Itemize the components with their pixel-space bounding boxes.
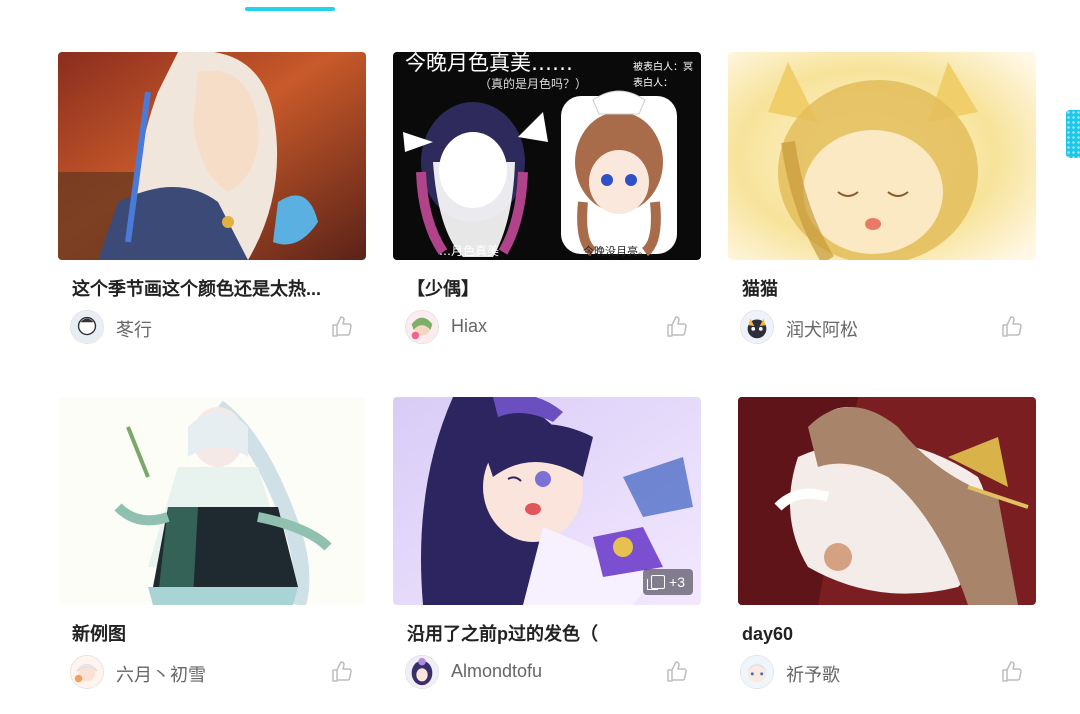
author-name[interactable]: Hiax: [451, 316, 487, 337]
artwork-title[interactable]: 【少偶】: [407, 277, 689, 301]
artwork-card[interactable]: 猫猫 润犬阿松: [728, 52, 1036, 344]
artwork-meta: 六月丶初雪: [58, 655, 366, 689]
artwork-card[interactable]: day60 祈予歌: [728, 397, 1036, 689]
artwork-image[interactable]: [728, 52, 1036, 260]
author-name[interactable]: Almondtofu: [451, 661, 542, 682]
thumb-up-icon[interactable]: [665, 660, 689, 684]
artwork-title[interactable]: 新例图: [72, 622, 354, 646]
artwork-meta: 祈予歌: [728, 655, 1036, 689]
artwork-image[interactable]: 今晚月色真美…… （真的是月色吗？） 被表白人：冥 表白人： …月色真美 今晚没…: [393, 52, 701, 260]
artwork-image[interactable]: [58, 397, 366, 605]
author-avatar[interactable]: [405, 310, 439, 344]
artwork-title[interactable]: day60: [742, 622, 1024, 646]
artwork-meta: Hiax: [393, 310, 701, 344]
author-avatar[interactable]: [740, 310, 774, 344]
artwork-title[interactable]: 这个季节画这个颜色还是太热...: [72, 277, 354, 301]
thumb-up-icon[interactable]: [330, 315, 354, 339]
artwork-title[interactable]: 猫猫: [742, 277, 1024, 301]
artwork-image[interactable]: [738, 397, 1036, 605]
active-tab-indicator: [245, 7, 335, 11]
artwork-card[interactable]: 这个季节画这个颜色还是太热... 苳行: [58, 52, 366, 344]
author-name[interactable]: 苳行: [116, 316, 152, 342]
author-name[interactable]: 六月丶初雪: [116, 661, 206, 687]
artwork-title[interactable]: 沿用了之前p过的发色（: [407, 622, 689, 646]
author-avatar[interactable]: [70, 655, 104, 689]
artwork-image[interactable]: +3: [393, 397, 701, 605]
image-stack-icon: [647, 575, 666, 590]
author-avatar[interactable]: [740, 655, 774, 689]
thumb-up-icon[interactable]: [1000, 315, 1024, 339]
artwork-meta: Almondtofu: [393, 655, 701, 689]
image-count: +3: [669, 574, 685, 590]
overlay-caption1: …月色真美: [439, 244, 499, 258]
thumb-up-icon[interactable]: [330, 660, 354, 684]
overlay-caption2: 今晚没月亮。: [583, 244, 649, 258]
thumb-up-icon[interactable]: [1000, 660, 1024, 684]
artwork-image[interactable]: [58, 52, 366, 260]
side-float-tab[interactable]: [1066, 110, 1080, 158]
author-name[interactable]: 润犬阿松: [786, 316, 858, 342]
artwork-card[interactable]: 今晚月色真美…… （真的是月色吗？） 被表白人：冥 表白人： …月色真美 今晚没…: [393, 52, 701, 344]
artwork-card[interactable]: +3 沿用了之前p过的发色（ Almondtofu: [393, 397, 701, 689]
author-avatar[interactable]: [70, 310, 104, 344]
overlay-tag1: 被表白人：冥: [633, 60, 693, 73]
overlay-tag2: 表白人：: [633, 76, 673, 89]
overlay-line1: 今晚月色真美……: [405, 52, 573, 75]
thumb-up-icon[interactable]: [665, 315, 689, 339]
artwork-card[interactable]: 新例图 六月丶初雪: [58, 397, 366, 689]
overlay-line2: （真的是月色吗？）: [479, 76, 587, 91]
artwork-meta: 润犬阿松: [728, 310, 1036, 344]
author-name[interactable]: 祈予歌: [786, 661, 840, 687]
artwork-meta: 苳行: [58, 310, 366, 344]
multi-image-badge: +3: [643, 569, 693, 595]
author-avatar[interactable]: [405, 655, 439, 689]
